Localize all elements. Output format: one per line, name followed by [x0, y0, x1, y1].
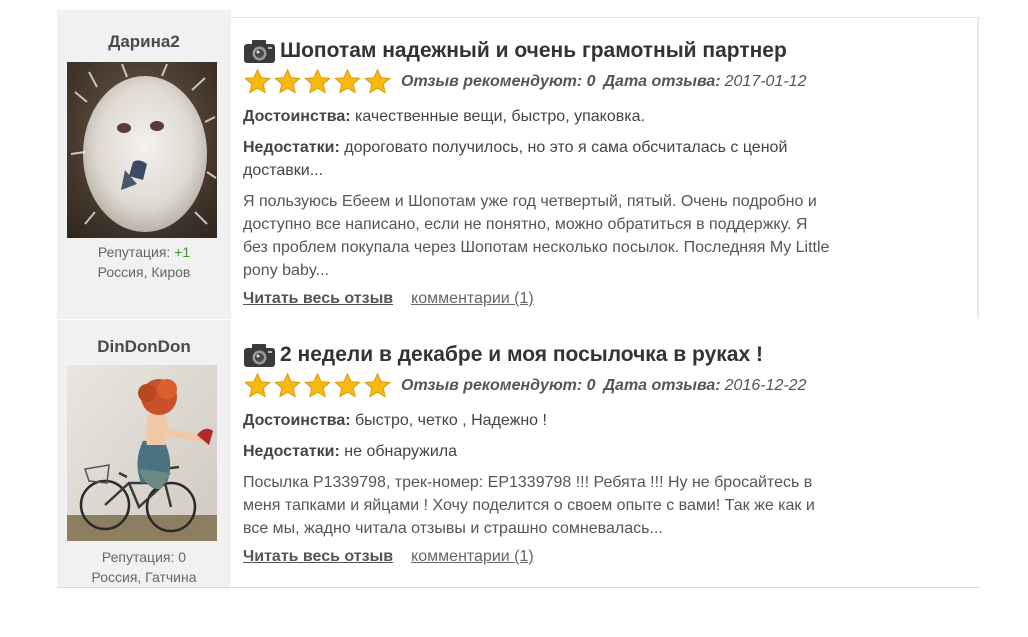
recommend-count: Отзыв рекомендуют: 0	[401, 377, 596, 394]
star-icon	[244, 68, 271, 94]
review-card: DinDonDon Репутация: 0 Россия, Гатчина 2…	[57, 320, 980, 587]
pros-text: качественные вещи, быстро, упаковка.	[355, 108, 645, 125]
excerpt-line: без проблем покупала через Шопотам неско…	[243, 239, 830, 256]
excerpt-line: Я пользуюсь Ебеем и Шопотам уже год четв…	[243, 193, 817, 210]
comments-link[interactable]: комментарии (1)	[411, 548, 534, 565]
star-rating	[243, 372, 393, 400]
star-rating	[243, 68, 393, 96]
review-header: Шопотам надежный и очень грамотный партн…	[243, 36, 968, 66]
star-icon	[304, 68, 331, 94]
star-icon	[364, 68, 391, 94]
author-meta: Репутация: 0 Россия, Гатчина	[57, 547, 231, 587]
date-label: Дата отзыва:	[603, 73, 721, 90]
review-excerpt: Я пользуюсь Ебеем и Шопотам уже год четв…	[243, 190, 968, 282]
review-pros: Достоинства: быстро, четко , Надежно !	[243, 409, 968, 432]
review-links: Читать весь отзыв комментарии (1)	[243, 548, 968, 566]
cons-text: доставки...	[243, 162, 324, 179]
review-links: Читать весь отзыв комментарии (1)	[243, 290, 968, 308]
reputation-label: Репутация:	[101, 549, 175, 565]
author-panel: Дарина2 Репутация: +1 Россия, Киров	[57, 10, 231, 319]
cons-label: Недостатки:	[243, 139, 340, 156]
excerpt-line: доступно все написано, если не понятно, …	[243, 216, 808, 233]
excerpt-line: Посылка P1339798, трек-номер: EP1339798 …	[243, 474, 813, 491]
review-date: 2017-01-12	[724, 73, 807, 90]
reputation-value: +1	[174, 244, 191, 260]
review-card: Дарина2 Репутация: +1 Россия, Киров Шопо…	[57, 10, 980, 319]
avatar[interactable]	[67, 365, 217, 541]
reputation: Репутация: 0	[57, 547, 231, 567]
review-pros: Достоинства: качественные вещи, быстро, …	[243, 105, 968, 128]
star-icon	[334, 372, 361, 398]
avatar[interactable]	[67, 62, 217, 238]
divider	[977, 17, 979, 319]
review-header: 2 недели в декабре и моя посылочка в рук…	[243, 340, 968, 370]
divider	[57, 587, 980, 588]
review-cons: Недостатки: не обнаружила	[243, 440, 968, 463]
author-name[interactable]: Дарина2	[57, 32, 231, 52]
recommend-count: Отзыв рекомендуют: 0	[401, 73, 596, 90]
review-excerpt: Посылка P1339798, трек-номер: EP1339798 …	[243, 471, 968, 540]
cons-text: не обнаружила	[344, 443, 458, 460]
cons-label: Недостатки:	[243, 443, 340, 460]
read-full-review-link[interactable]: Читать весь отзыв	[243, 290, 393, 307]
star-icon	[274, 68, 301, 94]
star-icon	[334, 68, 361, 94]
camera-icon	[244, 40, 275, 63]
star-icon	[274, 372, 301, 398]
author-name[interactable]: DinDonDon	[57, 337, 231, 357]
excerpt-line: pony baby...	[243, 262, 329, 279]
review-body: Шопотам надежный и очень грамотный партн…	[243, 36, 968, 308]
rating-row: Отзыв рекомендуют: 0 Дата отзыва: 2017-0…	[243, 67, 968, 97]
author-meta: Репутация: +1 Россия, Киров	[57, 242, 231, 282]
pros-text: быстро, четко , Надежно !	[355, 412, 547, 429]
reviews-list: Дарина2 Репутация: +1 Россия, Киров Шопо…	[57, 10, 980, 588]
read-full-review-link[interactable]: Читать весь отзыв	[243, 548, 393, 565]
cons-text: дороговато получилось, но это я сама обс…	[344, 139, 788, 156]
excerpt-line: все мы, жадно читала отзывы и страшно со…	[243, 520, 663, 537]
review-cons: Недостатки: дороговато получилось, но эт…	[243, 136, 968, 182]
star-icon	[244, 372, 271, 398]
review-title[interactable]: 2 недели в декабре и моя посылочка в рук…	[280, 343, 763, 367]
review-date: 2016-12-22	[724, 377, 807, 394]
author-panel: DinDonDon Репутация: 0 Россия, Гатчина	[57, 320, 231, 587]
author-location: Россия, Гатчина	[91, 569, 197, 585]
reputation-label: Репутация:	[97, 244, 171, 260]
reputation-value: 0	[178, 549, 187, 565]
pros-label: Достоинства:	[243, 412, 351, 429]
pros-label: Достоинства:	[243, 108, 351, 125]
author-location: Россия, Киров	[97, 264, 191, 280]
camera-icon	[244, 344, 275, 367]
star-icon	[304, 372, 331, 398]
reputation: Репутация: +1	[57, 242, 231, 262]
date-label: Дата отзыва:	[603, 377, 721, 394]
excerpt-line: меня тапками и яйцами ! Хочу поделится о…	[243, 497, 815, 514]
review-title[interactable]: Шопотам надежный и очень грамотный партн…	[280, 39, 787, 63]
star-icon	[364, 372, 391, 398]
review-body: 2 недели в декабре и моя посылочка в рук…	[243, 340, 968, 566]
comments-link[interactable]: комментарии (1)	[411, 290, 534, 307]
rating-row: Отзыв рекомендуют: 0 Дата отзыва: 2016-1…	[243, 371, 968, 401]
